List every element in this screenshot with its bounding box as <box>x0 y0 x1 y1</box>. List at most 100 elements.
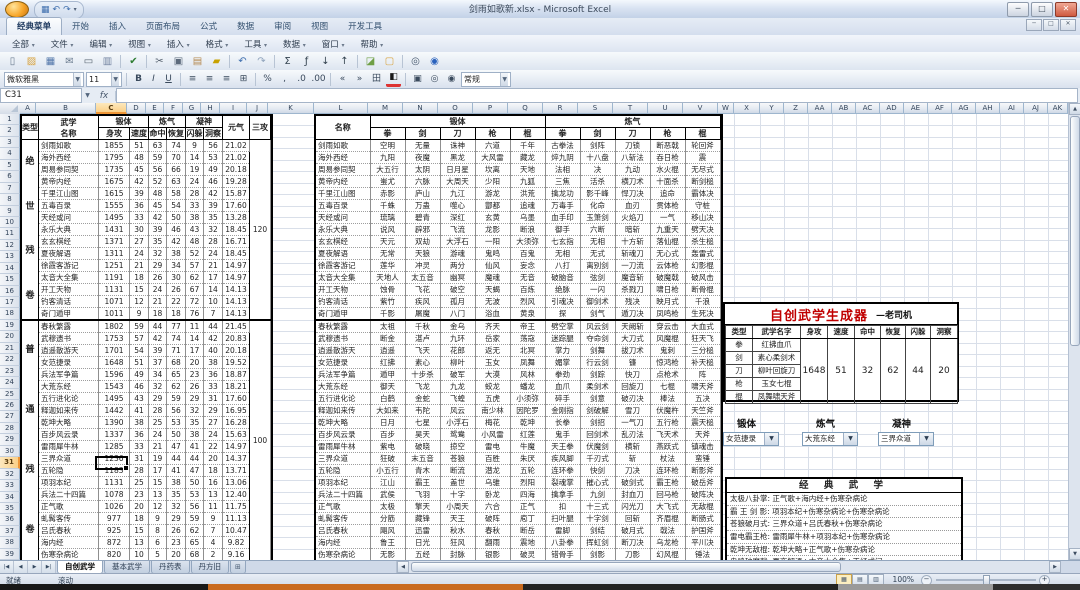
stat-cell[interactable]: 4 <box>203 536 223 549</box>
skill-cell[interactable]: 凤鸣枪 <box>650 307 686 321</box>
skill-cell[interactable]: 两分 <box>440 259 476 272</box>
skill-cell[interactable]: 无影 <box>369 548 406 561</box>
column-header-X[interactable]: X <box>734 103 760 114</box>
stat-cell[interactable]: 30 <box>166 271 186 284</box>
row-header-35[interactable]: 35 <box>0 502 20 515</box>
header-炼气[interactable]: 炼气 <box>148 116 186 128</box>
skill-cell[interactable]: 韦陀 <box>405 404 441 417</box>
picture-icon[interactable]: ▣ <box>410 72 425 87</box>
martial-name[interactable]: 奇门遁甲 <box>316 307 371 321</box>
print-icon[interactable]: ▭ <box>80 54 97 69</box>
wb-minimize-button[interactable]: ─ <box>1026 19 1042 31</box>
header-sangong[interactable]: 三攻 <box>249 116 271 140</box>
skill-cell[interactable]: 决 <box>580 163 616 176</box>
skill-cell[interactable]: 一气 <box>650 211 686 224</box>
skill-cell[interactable]: 江山 <box>369 476 406 489</box>
skill-cell[interactable]: 疾风 <box>405 295 441 308</box>
skill-cell[interactable]: 遁刀决 <box>615 307 651 321</box>
skill-cell[interactable]: 六合 <box>475 500 511 513</box>
martial-name[interactable]: 大荒东经 <box>316 380 371 393</box>
stat-cell[interactable]: 16 <box>203 476 223 489</box>
column-header-S[interactable]: S <box>578 103 613 114</box>
row-header-24[interactable]: 24 <box>0 377 20 389</box>
skill-cell[interactable]: 白鹤 <box>369 392 406 405</box>
gen-name[interactable]: 素心柔剑术 <box>752 351 801 365</box>
stat-cell[interactable]: 1615 <box>98 187 130 200</box>
skill-cell[interactable]: 坎离 <box>475 163 511 176</box>
header-name[interactable]: 武学 名称 <box>38 116 99 140</box>
autosum-icon[interactable]: Σ <box>279 54 296 69</box>
skill-cell[interactable]: 九龙 <box>440 380 476 393</box>
skill-cell[interactable]: 天地 <box>510 163 546 176</box>
martial-name[interactable]: 兵法军争篇 <box>38 368 99 381</box>
stat-cell[interactable]: 23 <box>185 368 204 381</box>
skill-cell[interactable]: 魔魂 <box>475 271 511 284</box>
skill-cell[interactable]: 盖世 <box>440 476 476 489</box>
stat-cell[interactable]: 18.45 <box>222 223 250 236</box>
skill-cell[interactable]: 风魔棍 <box>650 332 686 345</box>
stat-cell[interactable]: 2 <box>203 548 223 561</box>
stat-cell[interactable]: 24 <box>129 247 149 260</box>
stat-cell[interactable]: 32 <box>148 380 167 393</box>
stat-cell[interactable]: 13.28 <box>222 211 250 224</box>
stat-cell[interactable]: 14 <box>185 332 204 345</box>
new-icon[interactable]: ▯ <box>4 54 21 69</box>
skill-cell[interactable]: 太祖 <box>369 319 406 333</box>
stat-cell[interactable]: 70 <box>166 151 186 164</box>
stat-cell[interactable]: 20.18 <box>222 163 250 176</box>
stat-cell[interactable]: 32 <box>203 223 223 236</box>
wb-restore-button[interactable]: □ <box>1043 19 1059 31</box>
row-header-38[interactable]: 38 <box>0 537 20 549</box>
skill-cell[interactable]: 庐山 <box>405 187 441 200</box>
skill-cell[interactable]: 飞流 <box>440 223 476 236</box>
menu-文件[interactable]: 文件 ▾ <box>43 36 82 52</box>
bold-icon[interactable]: B <box>131 72 146 87</box>
chevron-down-icon[interactable]: ▼ <box>764 433 778 445</box>
skill-cell[interactable]: 仙风 <box>475 259 511 272</box>
stat-cell[interactable]: 26 <box>185 380 204 393</box>
stat-cell[interactable]: 19 <box>185 163 204 176</box>
skill-cell[interactable]: 刀影 <box>615 548 651 561</box>
column-header-R[interactable]: R <box>543 103 578 114</box>
gen-type[interactable]: 枪 <box>725 377 753 391</box>
skill-cell[interactable]: 大如来 <box>369 404 406 417</box>
martial-name[interactable]: 春秋繁露 <box>38 319 99 333</box>
gen-header-洞察[interactable]: 洞察 <box>930 325 958 339</box>
skill-cell[interactable]: 太极 <box>369 500 406 513</box>
header-type[interactable]: 类型 <box>22 116 39 140</box>
gen-type[interactable]: 拳 <box>725 338 753 352</box>
header-weapon-拳[interactable]: 拳 <box>369 127 406 140</box>
stat-cell[interactable]: 28 <box>203 235 223 248</box>
skill-cell[interactable]: 棒法 <box>650 392 686 405</box>
skill-cell[interactable]: 狂风 <box>440 536 476 549</box>
stat-cell[interactable]: 42 <box>203 187 223 200</box>
skill-cell[interactable]: 落仙棍 <box>650 235 686 248</box>
martial-name[interactable]: 女范捷录 <box>316 356 371 369</box>
skill-cell[interactable]: 洪荒 <box>510 187 546 200</box>
stat-cell[interactable]: 48 <box>129 151 149 164</box>
stat-cell[interactable]: 9 <box>129 307 149 321</box>
ribbon-tab-插入[interactable]: 插入 <box>99 18 136 35</box>
stat-cell[interactable]: 39 <box>129 187 149 200</box>
skill-cell[interactable]: 啸日枪 <box>650 283 686 296</box>
stat-cell[interactable]: 9 <box>185 139 204 152</box>
skill-cell[interactable]: 玉女 <box>475 356 511 369</box>
skill-cell[interactable]: 乌墨 <box>510 211 546 224</box>
decrease-decimal-icon[interactable]: .00 <box>311 72 326 87</box>
gen-header-武学名字[interactable]: 武学名字 <box>752 325 801 339</box>
stat-cell[interactable]: 29 <box>148 259 167 272</box>
skill-cell[interactable]: 藏锋 <box>405 512 441 525</box>
stat-cell[interactable]: 1495 <box>98 211 130 224</box>
skill-cell[interactable]: 九剑 <box>580 488 616 501</box>
menu-插入[interactable]: 插入 ▾ <box>159 36 198 52</box>
help-icon[interactable]: ◉ <box>426 54 443 69</box>
skill-cell[interactable]: 破月式 <box>615 524 651 537</box>
stat-cell[interactable]: 820 <box>98 548 130 561</box>
skill-cell[interactable]: 断影斧 <box>685 464 721 477</box>
chart-icon[interactable]: ◪ <box>362 54 379 69</box>
martial-name[interactable]: 五行进化论 <box>316 392 371 405</box>
gen-stat[interactable]: 20 <box>930 338 958 404</box>
column-header-T[interactable]: T <box>613 103 648 114</box>
skill-cell[interactable]: 追命 <box>650 187 686 200</box>
close-button[interactable]: ✕ <box>1055 2 1077 17</box>
